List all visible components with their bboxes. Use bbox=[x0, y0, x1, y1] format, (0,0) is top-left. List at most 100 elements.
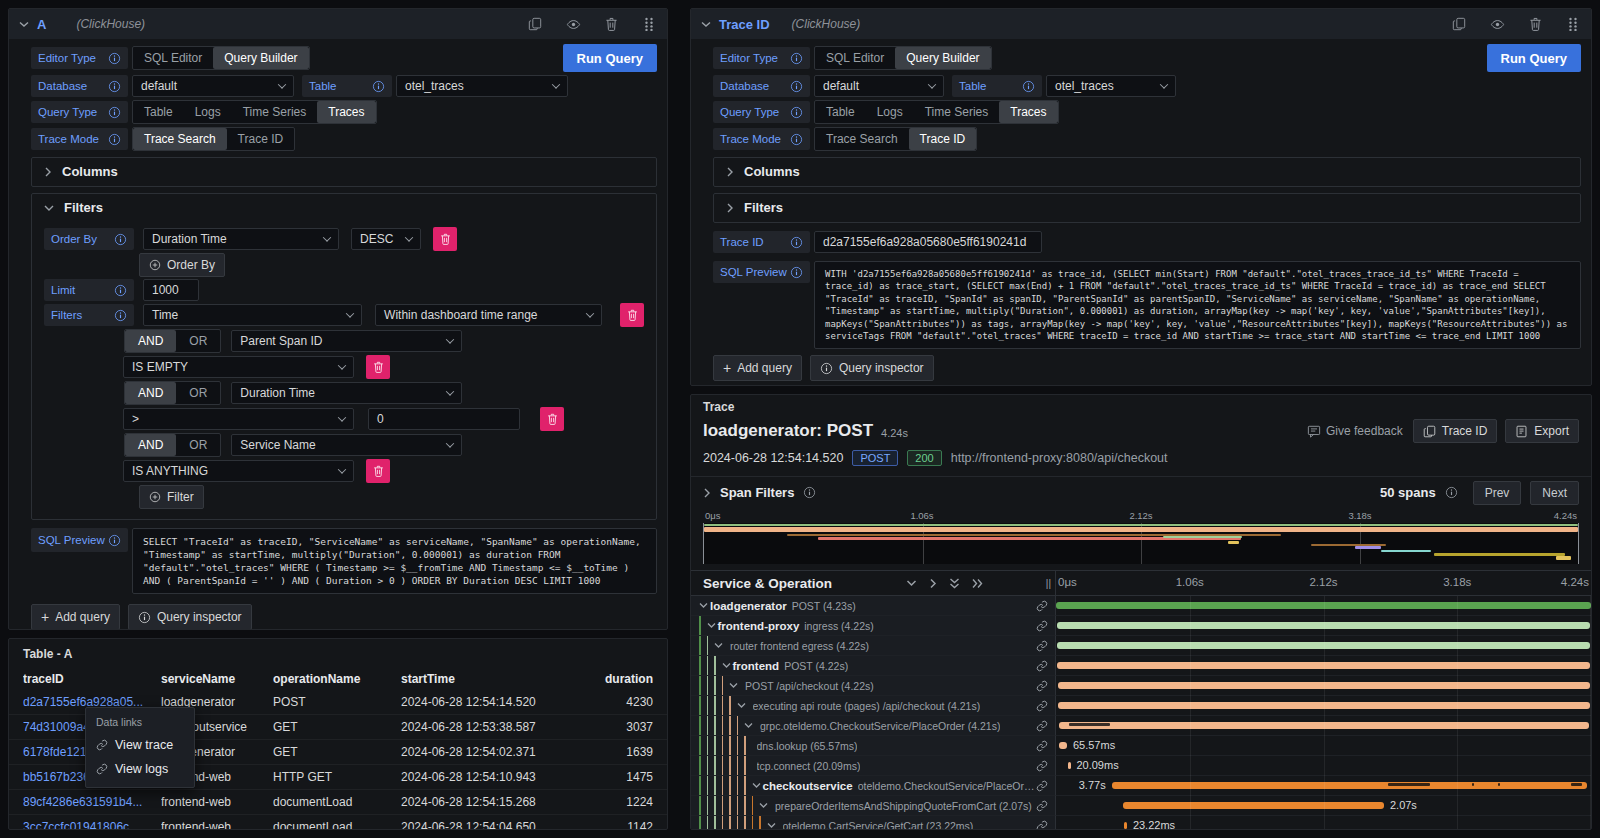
span-link-icon[interactable] bbox=[1036, 660, 1055, 672]
trace-id-button[interactable]: Trace ID bbox=[1413, 419, 1498, 443]
expand-one-icon[interactable] bbox=[929, 578, 937, 589]
span-collapse-icon[interactable] bbox=[714, 642, 723, 649]
query-type-timeseries[interactable]: Time Series bbox=[232, 101, 318, 123]
remove-order-by-button[interactable] bbox=[433, 227, 457, 251]
span-link-icon[interactable] bbox=[1036, 760, 1055, 772]
span-row[interactable]: frontendPOST (4.22s) bbox=[691, 656, 1591, 676]
span-filters-label[interactable]: Span Filters bbox=[720, 485, 794, 500]
span-row[interactable]: frontend-proxyingress (4.22s) bbox=[691, 616, 1591, 636]
span-link-icon[interactable] bbox=[1036, 800, 1055, 812]
column-resize-handle[interactable]: || bbox=[1046, 578, 1055, 589]
collapse-all-icon[interactable] bbox=[949, 578, 960, 589]
span-duration-bar[interactable] bbox=[1068, 762, 1071, 769]
hide-query-icon[interactable] bbox=[565, 16, 581, 32]
span-duration-bar[interactable] bbox=[1124, 822, 1127, 829]
sql-editor-option[interactable]: SQL Editor bbox=[815, 47, 895, 69]
filter-op-select[interactable]: IS ANYTHING▼ bbox=[123, 460, 354, 482]
and-option[interactable]: AND bbox=[125, 382, 176, 404]
span-collapse-icon[interactable] bbox=[752, 782, 761, 789]
query-inspector-button[interactable]: Query inspector bbox=[810, 355, 934, 381]
sql-editor-option[interactable]: SQL Editor bbox=[133, 47, 213, 69]
span-duration-bar[interactable] bbox=[1057, 622, 1591, 629]
span-link-icon[interactable] bbox=[1036, 640, 1055, 652]
add-order-by-button[interactable]: Order By bbox=[139, 253, 225, 277]
span-collapse-icon[interactable] bbox=[767, 822, 776, 829]
filter-field-select[interactable]: Service Name▼ bbox=[231, 434, 462, 456]
span-row[interactable]: executing api route (pages) /api/checkou… bbox=[691, 696, 1591, 716]
span-link-icon[interactable] bbox=[1036, 600, 1055, 612]
trace-id-option[interactable]: Trace ID bbox=[909, 128, 977, 150]
filters-section[interactable]: Filters bbox=[713, 193, 1581, 223]
or-option[interactable]: OR bbox=[176, 382, 220, 404]
span-duration-bar[interactable] bbox=[1058, 682, 1591, 689]
drag-handle-icon[interactable] bbox=[641, 16, 657, 32]
span-duration-bar[interactable] bbox=[1057, 662, 1590, 669]
span-row[interactable]: tcp.connect (20.09ms)20.09ms bbox=[691, 756, 1591, 776]
trace-id-option[interactable]: Trace ID bbox=[227, 128, 295, 150]
trace-id-input[interactable]: d2a7155ef6a928a05680e5ff6190241d bbox=[814, 231, 1042, 253]
filter-value-select[interactable]: Within dashboard time range▼ bbox=[375, 304, 602, 326]
span-link-icon[interactable] bbox=[1036, 780, 1055, 792]
trace-search-option[interactable]: Trace Search bbox=[815, 128, 909, 150]
order-by-dir-select[interactable]: DESC▼ bbox=[351, 228, 421, 250]
filter-field-select[interactable]: Duration Time▼ bbox=[231, 382, 462, 404]
view-trace-menu-item[interactable]: View trace bbox=[86, 733, 194, 757]
span-link-icon[interactable] bbox=[1036, 720, 1055, 732]
collapse-query-icon[interactable] bbox=[19, 20, 29, 28]
table-select[interactable]: otel_traces▼ bbox=[1046, 75, 1176, 97]
delete-query-icon[interactable] bbox=[1527, 16, 1543, 32]
span-collapse-icon[interactable] bbox=[699, 602, 708, 609]
prev-button[interactable]: Prev bbox=[1473, 481, 1522, 505]
limit-input[interactable]: 1000 bbox=[143, 279, 199, 301]
give-feedback-button[interactable]: Give feedback bbox=[1307, 424, 1403, 438]
query-builder-option[interactable]: Query Builder bbox=[213, 47, 308, 69]
query-type-logs[interactable]: Logs bbox=[866, 101, 914, 123]
span-row[interactable]: loadgeneratorPOST (4.23s) bbox=[691, 596, 1591, 616]
query-type-logs[interactable]: Logs bbox=[184, 101, 232, 123]
query-inspector-button[interactable]: Query inspector bbox=[128, 604, 252, 630]
collapse-one-icon[interactable] bbox=[906, 579, 917, 587]
table-select[interactable]: otel_traces▼ bbox=[396, 75, 568, 97]
remove-filter-button[interactable] bbox=[540, 407, 564, 431]
span-collapse-icon[interactable] bbox=[707, 622, 716, 629]
add-query-button[interactable]: +Add query bbox=[713, 355, 802, 381]
remove-filter-button[interactable] bbox=[366, 459, 390, 483]
or-option[interactable]: OR bbox=[176, 330, 220, 352]
span-collapse-icon[interactable] bbox=[722, 662, 731, 669]
span-link-icon[interactable] bbox=[1036, 740, 1055, 752]
duplicate-query-icon[interactable] bbox=[527, 16, 543, 32]
run-query-button[interactable]: Run Query bbox=[1487, 44, 1581, 72]
trace-minimap[interactable]: 0μs1.06s2.12s3.18s4.24s bbox=[703, 510, 1579, 564]
span-link-icon[interactable] bbox=[1036, 680, 1055, 692]
filter-field-select[interactable]: Parent Span ID▼ bbox=[231, 330, 462, 352]
remove-filter-button[interactable] bbox=[620, 303, 644, 327]
trace-search-option[interactable]: Trace Search bbox=[133, 128, 227, 150]
span-row[interactable]: POST /api/checkout (4.22s) bbox=[691, 676, 1591, 696]
delete-query-icon[interactable] bbox=[603, 16, 619, 32]
span-duration-bar[interactable] bbox=[1058, 702, 1590, 709]
span-row[interactable]: dns.lookup (65.57ms)65.57ms bbox=[691, 736, 1591, 756]
span-collapse-icon[interactable] bbox=[729, 682, 738, 689]
query-type-table[interactable]: Table bbox=[133, 101, 184, 123]
export-button[interactable]: Export bbox=[1505, 419, 1579, 443]
span-duration-bar[interactable] bbox=[1056, 602, 1591, 609]
hide-query-icon[interactable] bbox=[1489, 16, 1505, 32]
span-duration-bar[interactable] bbox=[1057, 642, 1590, 649]
and-option[interactable]: AND bbox=[125, 434, 176, 456]
span-row[interactable]: router frontend egress (4.22s) bbox=[691, 636, 1591, 656]
columns-section[interactable]: Columns bbox=[31, 157, 657, 187]
span-duration-bar[interactable] bbox=[1123, 802, 1384, 809]
span-row[interactable]: grpc.oteldemo.CheckoutService/PlaceOrder… bbox=[691, 716, 1591, 736]
view-logs-menu-item[interactable]: View logs bbox=[86, 757, 194, 781]
query-type-traces[interactable]: Traces bbox=[999, 101, 1057, 123]
query-header-a[interactable]: A (ClickHouse) bbox=[9, 9, 667, 39]
expand-all-icon[interactable] bbox=[972, 578, 983, 589]
span-row[interactable]: prepareOrderItemsAndShippingQuoteFromCar… bbox=[691, 796, 1591, 816]
span-link-icon[interactable] bbox=[1036, 700, 1055, 712]
add-filter-button[interactable]: Filter bbox=[139, 485, 204, 509]
query-builder-option[interactable]: Query Builder bbox=[895, 47, 990, 69]
drag-handle-icon[interactable] bbox=[1565, 16, 1581, 32]
trace-id-link[interactable]: 3cc7ccfc01941806c... bbox=[23, 820, 161, 830]
order-by-field-select[interactable]: Duration Time▼ bbox=[143, 228, 339, 250]
span-link-icon[interactable] bbox=[1036, 620, 1055, 632]
